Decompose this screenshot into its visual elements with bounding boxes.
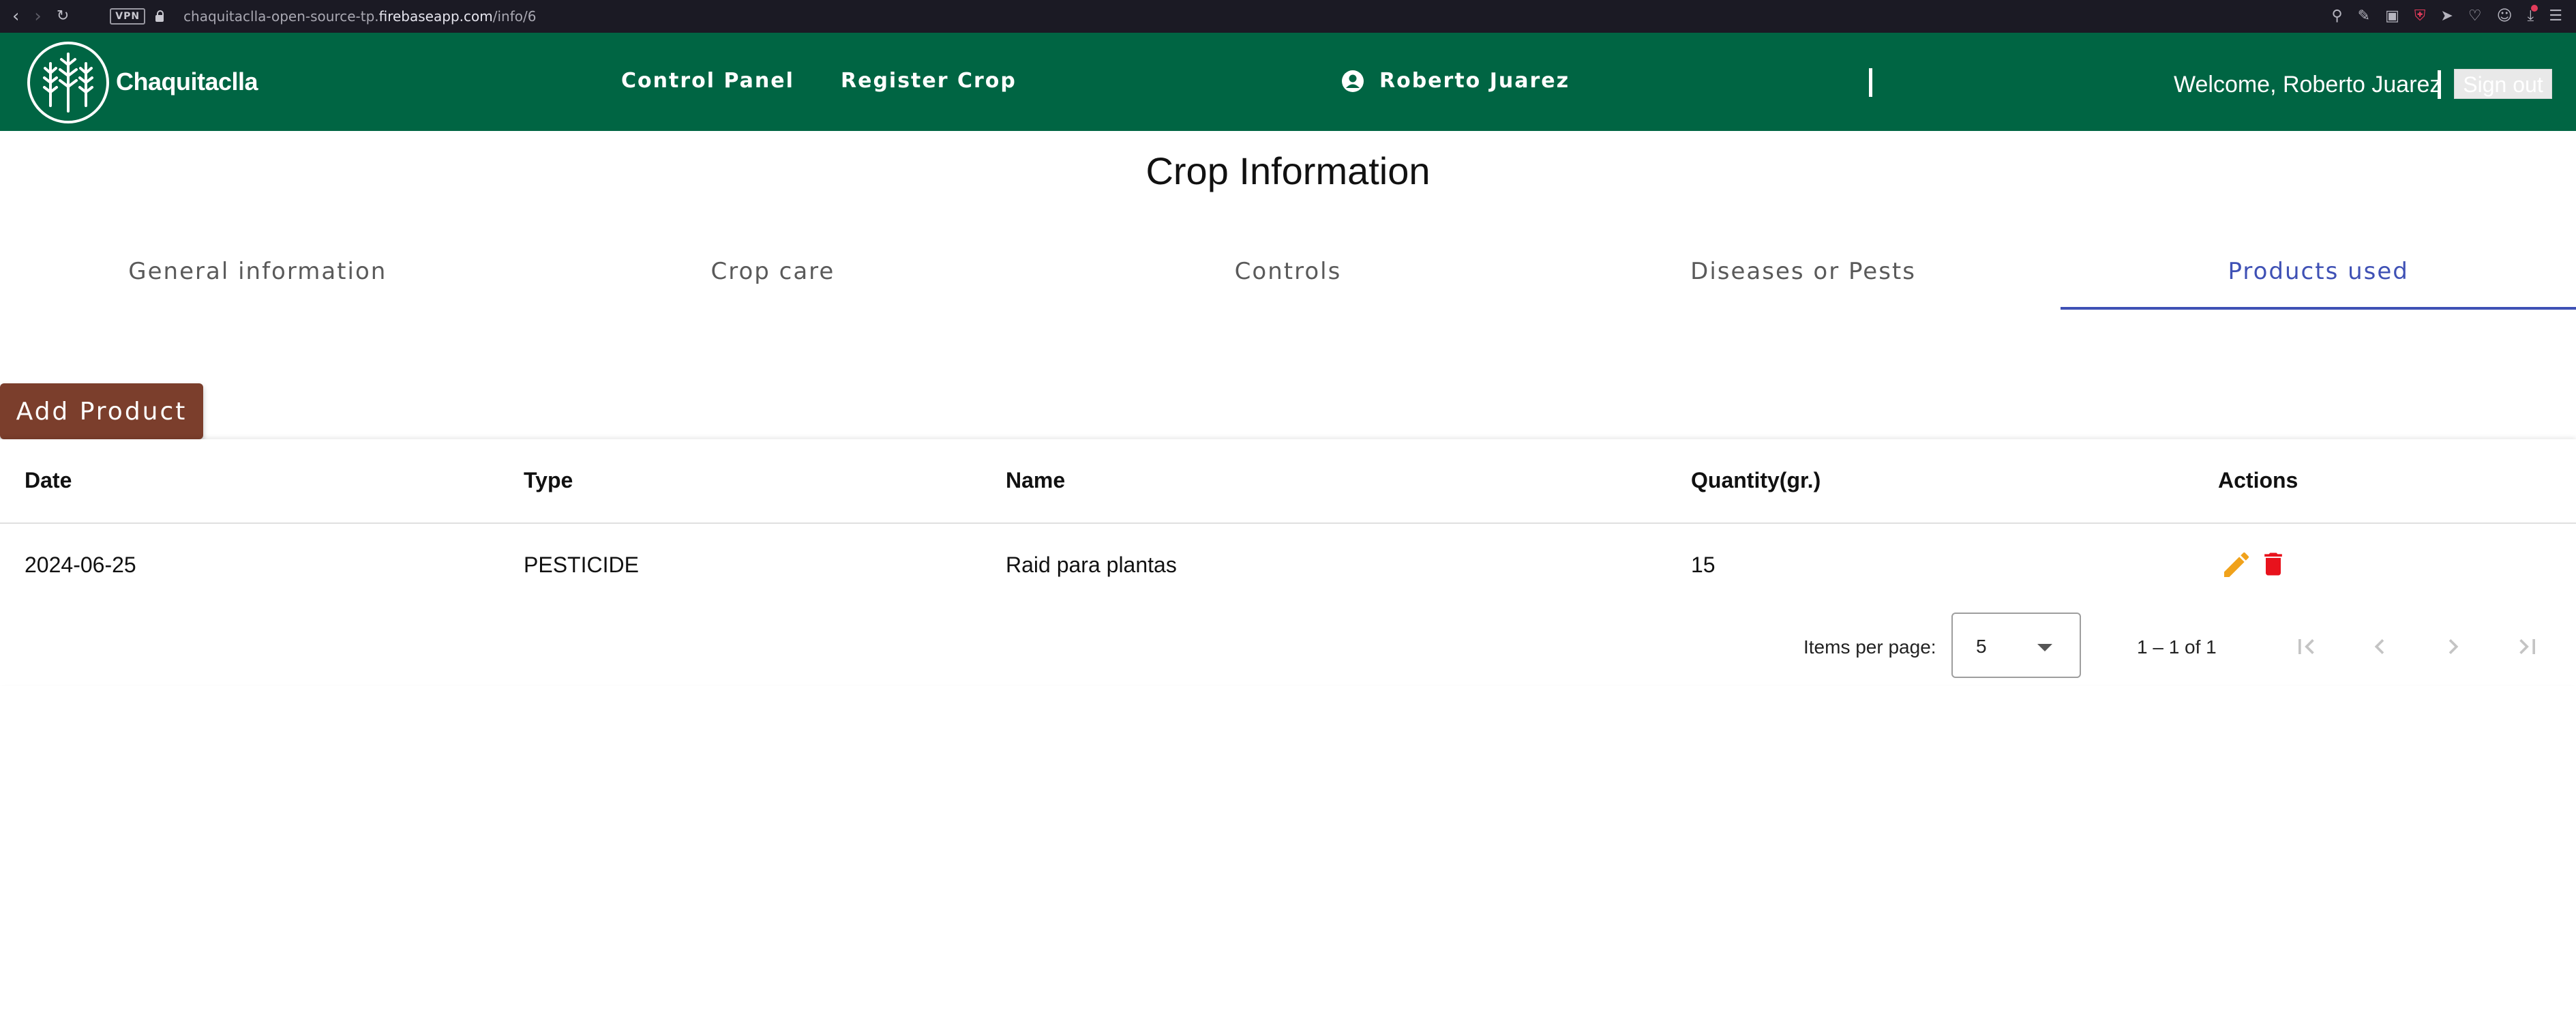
edit-icon[interactable]: ✎ [2358, 9, 2370, 24]
tab-general-information[interactable]: General information [0, 232, 515, 310]
tab-products-used[interactable]: Products used [2061, 232, 2576, 310]
back-icon[interactable]: ‹ [12, 8, 19, 25]
url-prefix: chaquitaclla-open-source-tp. [183, 8, 379, 25]
last-page-icon[interactable] [2513, 632, 2543, 662]
table-row: 2024-06-25 PESTICIDE Raid para plantas 1… [0, 524, 2576, 607]
shield-icon[interactable]: ⛨ [2414, 9, 2426, 24]
divider [2438, 70, 2441, 99]
cell-name: Raid para plantas [1006, 552, 1177, 577]
send-icon[interactable]: ➤ [2440, 9, 2453, 24]
trash-icon[interactable] [2258, 547, 2288, 581]
reload-icon[interactable]: ↻ [57, 9, 69, 24]
account-circle-icon[interactable] [1341, 70, 1364, 93]
wheat-logo-icon[interactable] [26, 40, 110, 125]
edit-icon[interactable] [2220, 548, 2253, 581]
tab-crop-care[interactable]: Crop care [515, 232, 1031, 310]
products-table: Date Type Name Quantity(gr.) Actions 202… [0, 439, 2576, 685]
column-header-date: Date [25, 468, 72, 492]
profile-icon[interactable]: ☺ [2497, 9, 2513, 24]
download-icon[interactable]: ⤓ [2528, 5, 2538, 24]
items-per-page-value: 5 [1976, 636, 1987, 657]
nav-control-panel[interactable]: Control Panel [621, 69, 794, 93]
add-product-button[interactable]: Add Product [0, 383, 203, 439]
cell-date: 2024-06-25 [25, 552, 136, 577]
browser-toolbar: ‹ › ↻ VPN chaquitaclla-open-source-tp.fi… [0, 0, 2576, 33]
previous-page-icon[interactable] [2365, 632, 2395, 662]
tab-diseases-or-pests[interactable]: Diseases or Pests [1546, 232, 2061, 310]
menu-icon[interactable]: ☰ [2549, 9, 2562, 24]
address-bar[interactable]: chaquitaclla-open-source-tp.firebaseapp.… [183, 8, 536, 25]
tab-bar: General information Crop care Controls D… [0, 232, 2576, 310]
camera-icon[interactable]: ▣ [2385, 9, 2399, 24]
column-header-name: Name [1006, 468, 1066, 492]
cell-type: PESTICIDE [524, 552, 639, 577]
nav-user-name[interactable]: Roberto Juarez [1379, 69, 1570, 93]
search-icon[interactable]: ⚲ [2332, 9, 2343, 24]
first-page-icon[interactable] [2291, 632, 2321, 662]
items-per-page-label: Items per page: [1803, 636, 1936, 658]
chevron-down-icon [2037, 644, 2052, 651]
sign-out-button[interactable]: Sign out [2454, 69, 2552, 99]
page-range: 1 – 1 of 1 [2137, 636, 2217, 658]
cell-quantity: 15 [1691, 552, 1716, 577]
url-domain: firebaseapp.com [378, 8, 493, 25]
table-header: Date Type Name Quantity(gr.) Actions [0, 439, 2576, 524]
lock-icon[interactable] [155, 10, 164, 23]
divider [1869, 68, 1872, 97]
vpn-badge[interactable]: VPN [110, 8, 146, 25]
nav-register-crop[interactable]: Register Crop [841, 69, 1017, 93]
items-per-page-select[interactable]: 5 [1951, 613, 2081, 678]
app-header: Chaquitaclla Control Panel Register Crop… [0, 33, 2576, 131]
column-header-type: Type [524, 468, 573, 492]
tab-controls[interactable]: Controls [1030, 232, 1546, 310]
page-title: Crop Information [1145, 149, 1431, 192]
heart-icon[interactable]: ♡ [2468, 9, 2482, 24]
brand-name[interactable]: Chaquitaclla [116, 68, 258, 96]
welcome-text: Welcome, Roberto Juarez [2174, 72, 2442, 98]
column-header-actions: Actions [2218, 468, 2298, 492]
next-page-icon[interactable] [2438, 632, 2468, 662]
url-path: /info/6 [492, 8, 537, 25]
forward-icon[interactable]: › [34, 8, 41, 25]
column-header-quantity: Quantity(gr.) [1691, 468, 1821, 492]
paginator: Items per page: 5 1 – 1 of 1 [0, 607, 2576, 685]
